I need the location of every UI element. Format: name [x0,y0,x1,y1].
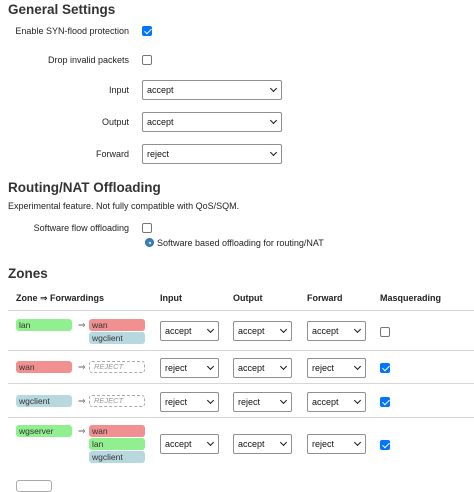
row-output-select[interactable]: accept [233,358,292,378]
zone-badge-wgserver: wgserver [16,425,72,437]
drop-invalid-label: Drop invalid packets [47,55,129,65]
forward-arrow: ⇒ [78,396,86,406]
input-policy-select[interactable]: accept [142,80,282,100]
zone-badge-wgclient: wgclient [89,451,145,463]
forward-policy-select[interactable]: reject [142,144,282,164]
row-input-select[interactable]: reject [160,358,219,378]
col-zone-forwardings: Zone ⇒ Forwardings [16,293,105,303]
row-forward-select[interactable]: reject [307,434,366,454]
software-offloading-label: Software flow offloading [33,223,129,233]
zone-badge-wan: wan [89,319,145,331]
row-masquerading-checkbox[interactable] [380,327,390,337]
zone-badge-wgclient: wgclient [16,395,72,407]
row-masquerading-checkbox[interactable] [380,363,390,373]
row-masquerading-checkbox[interactable] [380,397,390,407]
general-settings-title: General Settings [8,2,116,17]
zone-badge-lan: lan [89,438,145,450]
col-masquerading: Masquerading [380,293,442,303]
row-divider [8,417,474,418]
offloading-description: Experimental feature. Not fully compatib… [8,201,240,211]
zone-badge-wan: wan [89,425,145,437]
forward-arrow: ⇒ [78,426,86,436]
reject-placeholder: REJECT [89,361,145,373]
row-input-select[interactable]: reject [160,392,219,412]
input-label: Input [108,85,129,95]
output-label: Output [101,117,129,127]
row-divider [8,350,474,351]
synflood-checkbox[interactable] [142,26,152,36]
row-masquerading-checkbox[interactable] [380,440,390,450]
row-input-select[interactable]: accept [160,321,219,341]
synflood-label: Enable SYN-flood protection [15,26,129,36]
reject-placeholder: REJECT [89,395,145,407]
add-zone-button[interactable] [16,480,52,492]
info-icon [145,238,154,247]
header-divider [8,310,474,311]
col-output: Output [233,293,263,303]
output-policy-select[interactable]: accept [142,112,282,132]
row-forward-select[interactable]: accept [307,321,366,341]
forward-label: Forward [95,149,129,159]
software-offloading-hint: Software based offloading for routing/NA… [157,238,324,248]
row-input-select[interactable]: accept [160,434,219,454]
row-forward-select[interactable]: accept [307,392,366,412]
row-divider [8,383,474,384]
zone-badge-wan: wan [16,361,72,373]
row-output-select[interactable]: accept [233,434,292,454]
zone-badge-wgclient: wgclient [89,332,145,344]
row-forward-select[interactable]: reject [307,358,366,378]
drop-invalid-checkbox[interactable] [142,55,152,65]
col-forward: Forward [307,293,343,303]
row-output-select[interactable]: accept [233,321,292,341]
offloading-title: Routing/NAT Offloading [8,180,161,195]
software-offloading-checkbox[interactable] [142,223,152,233]
row-output-select[interactable]: reject [233,392,292,412]
zone-badge-lan: lan [16,319,72,331]
zones-title: Zones [8,266,48,281]
col-input: Input [160,293,182,303]
forward-arrow: ⇒ [78,320,86,330]
forward-arrow: ⇒ [78,362,86,372]
